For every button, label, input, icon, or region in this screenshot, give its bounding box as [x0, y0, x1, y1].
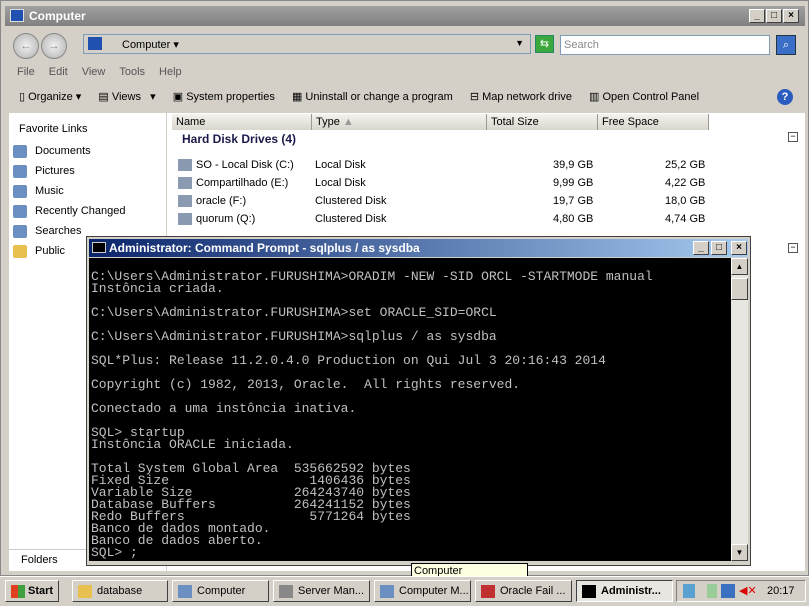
- cmd-title-bar[interactable]: Administrator: Command Prompt - sqlplus …: [89, 239, 748, 257]
- start-button[interactable]: Start: [5, 580, 59, 602]
- cmd-icon: [92, 242, 106, 253]
- task-oracle-fail-safe[interactable]: Oracle Fail ...: [475, 580, 572, 602]
- close-button[interactable]: ×: [783, 9, 799, 23]
- cmd-title: Administrator: Command Prompt - sqlplus …: [109, 241, 420, 255]
- address-bar[interactable]: Computer ▾ ▼: [83, 34, 531, 54]
- uninstall-program-button[interactable]: ▦ Uninstall or change a program: [292, 91, 453, 103]
- drive-row[interactable]: SO - Local Disk (C:) Local Disk 39,9 GB 25,…: [176, 157, 716, 175]
- drive-icon: [178, 213, 192, 225]
- command-toolbar: ▯ Organize ▾ ▤ Views ▾ ▣ System properti…: [19, 90, 713, 103]
- drive-icon: [178, 159, 192, 171]
- favorite-recently-changed[interactable]: Recently Changed: [13, 205, 126, 218]
- volume-muted-icon[interactable]: ◀✕: [739, 584, 757, 598]
- drive-row[interactable]: Compartilhado (E:) Local Disk 9,99 GB 4,22 …: [176, 175, 716, 193]
- power-icon[interactable]: [707, 584, 717, 598]
- task-administrator-cmd[interactable]: Administr...: [576, 580, 673, 602]
- organize-button[interactable]: ▯ Organize ▾: [19, 91, 81, 103]
- collapse-icon[interactable]: −: [788, 132, 798, 142]
- cmd-maximize-button[interactable]: □: [711, 241, 727, 255]
- folder-icon: [78, 585, 92, 598]
- favorite-searches[interactable]: Searches: [13, 225, 81, 238]
- window-title: Computer: [29, 9, 86, 23]
- back-button[interactable]: ←: [13, 33, 39, 59]
- favorite-links-heading: Favorite Links: [19, 123, 88, 135]
- favorite-documents[interactable]: Documents: [13, 145, 91, 158]
- drive-row[interactable]: quorum (Q:) Clustered Disk 4,80 GB 4,74 GB: [176, 211, 716, 229]
- address-breadcrumb[interactable]: Computer: [122, 39, 170, 51]
- views-button[interactable]: ▤ Views ▾: [98, 91, 155, 103]
- drive-icon: [178, 195, 192, 207]
- cmd-icon: [582, 585, 596, 598]
- task-computer-management[interactable]: Computer M...: [374, 580, 471, 602]
- system-properties-button[interactable]: ▣ System properties: [173, 91, 275, 103]
- computer-management-icon: [380, 585, 394, 598]
- command-prompt-window: Administrator: Command Prompt - sqlplus …: [86, 236, 751, 566]
- computer-icon: [178, 585, 192, 598]
- column-total-size[interactable]: Total Size: [487, 114, 598, 130]
- scroll-thumb[interactable]: [731, 278, 748, 300]
- menu-view[interactable]: View: [82, 66, 106, 78]
- documents-icon: [13, 145, 27, 158]
- favorite-pictures[interactable]: Pictures: [13, 165, 75, 178]
- help-icon[interactable]: ?: [777, 89, 793, 105]
- column-name[interactable]: Name: [172, 114, 312, 130]
- computer-icon: [88, 37, 102, 50]
- menu-file[interactable]: File: [17, 66, 35, 78]
- collapse-icon[interactable]: −: [788, 243, 798, 253]
- column-type[interactable]: Type ▲: [312, 114, 487, 130]
- minimize-button[interactable]: _: [749, 9, 765, 23]
- menu-help[interactable]: Help: [159, 66, 182, 78]
- menu-edit[interactable]: Edit: [49, 66, 68, 78]
- forward-button[interactable]: →: [41, 33, 67, 59]
- clock[interactable]: 20:17: [767, 585, 795, 597]
- cmd-scrollbar[interactable]: ▲ ▼: [731, 258, 748, 561]
- task-database[interactable]: database: [72, 580, 168, 602]
- computer-icon: [10, 9, 24, 22]
- oracle-fail-safe-icon: [481, 585, 495, 598]
- music-icon: [13, 185, 27, 198]
- searches-icon: [13, 225, 27, 238]
- cmd-minimize-button[interactable]: _: [693, 241, 709, 255]
- search-button[interactable]: ⌕: [776, 35, 796, 55]
- system-tray: ◀✕ 20:17: [676, 580, 806, 602]
- task-computer[interactable]: Computer: [172, 580, 269, 602]
- cmd-close-button[interactable]: ×: [731, 241, 747, 255]
- scroll-up-button[interactable]: ▲: [731, 258, 748, 275]
- map-network-drive-button[interactable]: ⊟ Map network drive: [470, 91, 572, 103]
- open-control-panel-button[interactable]: ▥ Open Control Panel: [589, 91, 699, 103]
- chevron-down-icon[interactable]: ▼: [515, 38, 524, 48]
- refresh-button[interactable]: ⇆: [535, 35, 554, 53]
- drive-row[interactable]: oracle (F:) Clustered Disk 19,7 GB 18,0 GB: [176, 193, 716, 211]
- explorer-title-bar[interactable]: Computer: [5, 6, 805, 26]
- taskbar: Start database Computer Server Man... Co…: [0, 576, 809, 606]
- drive-icon: [178, 177, 192, 189]
- favorite-music[interactable]: Music: [13, 185, 64, 198]
- favorite-public[interactable]: Public: [13, 245, 65, 258]
- network-connections-icon[interactable]: [721, 584, 735, 598]
- group-header[interactable]: Hard Disk Drives (4): [182, 132, 296, 146]
- windows-logo-icon: [11, 585, 25, 598]
- folder-icon: [13, 245, 27, 258]
- console-output[interactable]: C:\Users\Administrator.FURUSHIMA>ORADIM …: [89, 258, 731, 561]
- scroll-down-button[interactable]: ▼: [731, 544, 748, 561]
- menu-tools[interactable]: Tools: [119, 66, 145, 78]
- menu-bar: File Edit View Tools Help: [17, 66, 196, 78]
- maximize-button[interactable]: □: [766, 9, 782, 23]
- search-input[interactable]: Search: [560, 35, 770, 55]
- task-server-manager[interactable]: Server Man...: [273, 580, 370, 602]
- network-icon[interactable]: [683, 584, 695, 598]
- server-manager-icon: [279, 585, 293, 598]
- recently-changed-icon: [13, 205, 27, 218]
- pictures-icon: [13, 165, 27, 178]
- column-free-space[interactable]: Free Space: [598, 114, 709, 130]
